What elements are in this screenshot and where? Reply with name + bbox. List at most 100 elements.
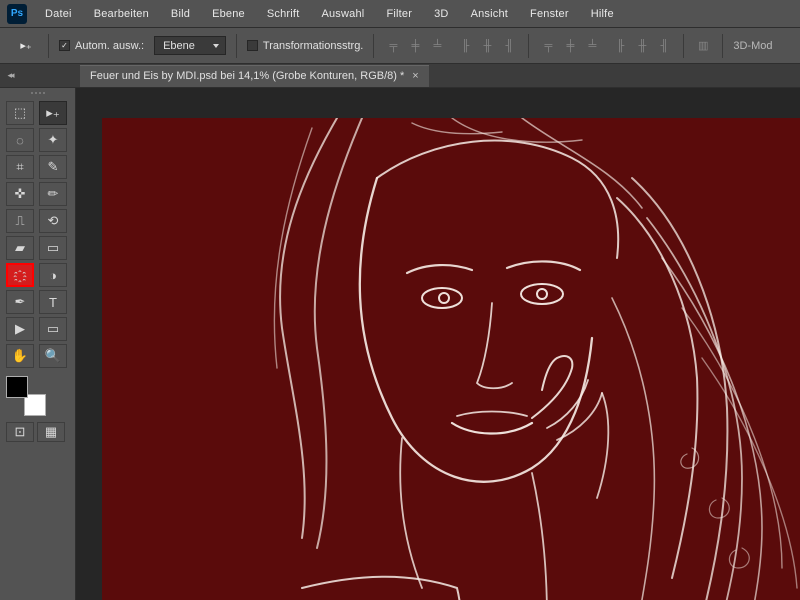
menu-ebene[interactable]: Ebene xyxy=(201,8,256,20)
hand-icon: ✋ xyxy=(12,348,28,364)
align-right-icon[interactable]: ╢ xyxy=(500,37,518,55)
bandage-icon: ✜ xyxy=(15,186,26,202)
toolbox-drag-handle[interactable] xyxy=(6,92,69,98)
transform-label: Transformationsstrg. xyxy=(263,40,363,52)
history-brush-icon: ⟲ xyxy=(48,213,59,229)
close-tab-icon[interactable]: × xyxy=(412,70,418,82)
separator xyxy=(683,34,684,58)
tool-dodge[interactable]: ◑ xyxy=(39,263,67,287)
app-logo: Ps xyxy=(0,4,34,24)
dropdown-label: Ebene xyxy=(163,40,195,52)
tool-history-brush[interactable]: ⟲ xyxy=(39,209,67,233)
layer-dropdown[interactable]: Ebene xyxy=(154,36,226,55)
tool-healing[interactable]: ✜ xyxy=(6,182,34,206)
tool-magic-wand[interactable]: ✦ xyxy=(39,128,67,152)
dodge-icon: ◑ xyxy=(49,268,57,283)
document-canvas[interactable] xyxy=(102,118,800,600)
current-tool-indicator[interactable]: ▸₊ xyxy=(14,37,38,55)
distribute-top-icon[interactable]: ╤ xyxy=(539,37,557,55)
screenmode-icon: ▦ xyxy=(45,424,57,440)
menu-3d[interactable]: 3D xyxy=(423,8,459,20)
tool-grid: ⬚ ▸₊ ◌ ✦ ⌗ ✎ ✜ ✏ ⎍ ⟲ ▰ ▭ ҈ ◑ ✒ T ▶ ▭ ✋ 🔍 xyxy=(6,101,69,368)
tool-type[interactable]: T xyxy=(39,290,67,314)
arrow-icon: ▶ xyxy=(15,321,25,337)
align-group-2: ╟ ╫ ╢ xyxy=(456,37,518,55)
menubar: Ps Datei Bearbeiten Bild Ebene Schrift A… xyxy=(0,0,800,28)
align-top-icon[interactable]: ╤ xyxy=(384,37,402,55)
eraser-icon: ▰ xyxy=(15,240,25,256)
separator xyxy=(373,34,374,58)
tool-crop[interactable]: ⌗ xyxy=(6,155,34,179)
tool-gradient[interactable]: ▭ xyxy=(39,236,67,260)
quickmask-icon: ⊡ xyxy=(15,424,26,440)
foreground-color[interactable] xyxy=(6,376,28,398)
separator xyxy=(236,34,237,58)
tool-zoom[interactable]: 🔍 xyxy=(39,344,67,368)
document-tab-strip: ◂◂ Feuer und Eis by MDI.psd bei 14,1% (G… xyxy=(0,64,800,88)
workspace: ⬚ ▸₊ ◌ ✦ ⌗ ✎ ✜ ✏ ⎍ ⟲ ▰ ▭ ҈ ◑ ✒ T ▶ ▭ ✋ 🔍… xyxy=(0,88,800,600)
toolbox: ⬚ ▸₊ ◌ ✦ ⌗ ✎ ✜ ✏ ⎍ ⟲ ▰ ▭ ҈ ◑ ✒ T ▶ ▭ ✋ 🔍… xyxy=(0,88,76,600)
checkbox-icon xyxy=(247,40,258,51)
tool-artboard[interactable]: ▸₊ xyxy=(39,101,67,125)
brush-icon: ✏ xyxy=(48,186,59,202)
document-tab[interactable]: Feuer und Eis by MDI.psd bei 14,1% (Grob… xyxy=(80,65,429,87)
align-left-icon[interactable]: ╟ xyxy=(456,37,474,55)
lasso-icon: ◌ xyxy=(16,133,24,148)
ps-logo-icon: Ps xyxy=(7,4,27,24)
transform-controls-checkbox[interactable]: Transformationsstrg. xyxy=(247,40,363,52)
menu-schrift[interactable]: Schrift xyxy=(256,8,311,20)
marquee-icon: ⬚ xyxy=(14,105,26,121)
canvas-area[interactable] xyxy=(76,88,800,600)
magnifier-icon: 🔍 xyxy=(45,348,61,364)
tool-hand[interactable]: ✋ xyxy=(6,344,34,368)
tool-brush[interactable]: ✏ xyxy=(39,182,67,206)
distribute-bottom-icon[interactable]: ╧ xyxy=(583,37,601,55)
checkbox-icon: ✓ xyxy=(59,40,70,51)
screen-mode-button[interactable]: ▦ xyxy=(37,422,65,442)
pen-icon: ✒ xyxy=(15,294,26,310)
stamp-icon: ⎍ xyxy=(15,213,24,229)
crop-icon: ⌗ xyxy=(16,159,23,175)
menu-ansicht[interactable]: Ansicht xyxy=(460,8,519,20)
tool-shape[interactable]: ▭ xyxy=(39,317,67,341)
chevron-down-icon xyxy=(213,44,219,48)
artwork-illustration xyxy=(102,118,800,600)
align-hcenter-icon[interactable]: ╫ xyxy=(478,37,496,55)
rectangle-icon: ▭ xyxy=(47,321,59,337)
tool-smudge[interactable]: ҈ xyxy=(6,263,34,287)
distribute-group-1: ╤ ╪ ╧ xyxy=(539,37,601,55)
tool-path-select[interactable]: ▶ xyxy=(6,317,34,341)
tool-eyedropper[interactable]: ✎ xyxy=(39,155,67,179)
menu-bearbeiten[interactable]: Bearbeiten xyxy=(83,8,160,20)
align-group-1: ╤ ╪ ╧ xyxy=(384,37,446,55)
distribute-vcenter-icon[interactable]: ╪ xyxy=(561,37,579,55)
gradient-icon: ▭ xyxy=(47,240,59,256)
3d-mode-label[interactable]: 3D-Mod xyxy=(733,40,772,52)
type-icon: T xyxy=(49,295,57,310)
menu-fenster[interactable]: Fenster xyxy=(519,8,580,20)
menu-bild[interactable]: Bild xyxy=(160,8,201,20)
align-vcenter-icon[interactable]: ╪ xyxy=(406,37,424,55)
tool-lasso[interactable]: ◌ xyxy=(6,128,34,152)
menu-auswahl[interactable]: Auswahl xyxy=(310,8,375,20)
menu-hilfe[interactable]: Hilfe xyxy=(580,8,625,20)
separator xyxy=(722,34,723,58)
options-bar: ▸₊ ✓ Autom. ausw.: Ebene Transformations… xyxy=(0,28,800,64)
panel-collapse-icon[interactable]: ◂◂ xyxy=(4,70,20,81)
tool-move[interactable]: ⬚ xyxy=(6,101,34,125)
tool-clone[interactable]: ⎍ xyxy=(6,209,34,233)
menu-filter[interactable]: Filter xyxy=(375,8,423,20)
tool-pen[interactable]: ✒ xyxy=(6,290,34,314)
distribute-right-icon[interactable]: ╢ xyxy=(655,37,673,55)
distribute-left-icon[interactable]: ╟ xyxy=(611,37,629,55)
color-swatches[interactable] xyxy=(6,376,48,418)
auto-select-label: Autom. ausw.: xyxy=(75,40,144,52)
distribute-hcenter-icon[interactable]: ╫ xyxy=(633,37,651,55)
align-bottom-icon[interactable]: ╧ xyxy=(428,37,446,55)
quick-mask-button[interactable]: ⊡ xyxy=(6,422,34,442)
menu-datei[interactable]: Datei xyxy=(34,8,83,20)
auto-align-icon[interactable]: ▥ xyxy=(694,37,712,55)
separator xyxy=(48,34,49,58)
tool-eraser[interactable]: ▰ xyxy=(6,236,34,260)
auto-select-checkbox[interactable]: ✓ Autom. ausw.: xyxy=(59,40,144,52)
